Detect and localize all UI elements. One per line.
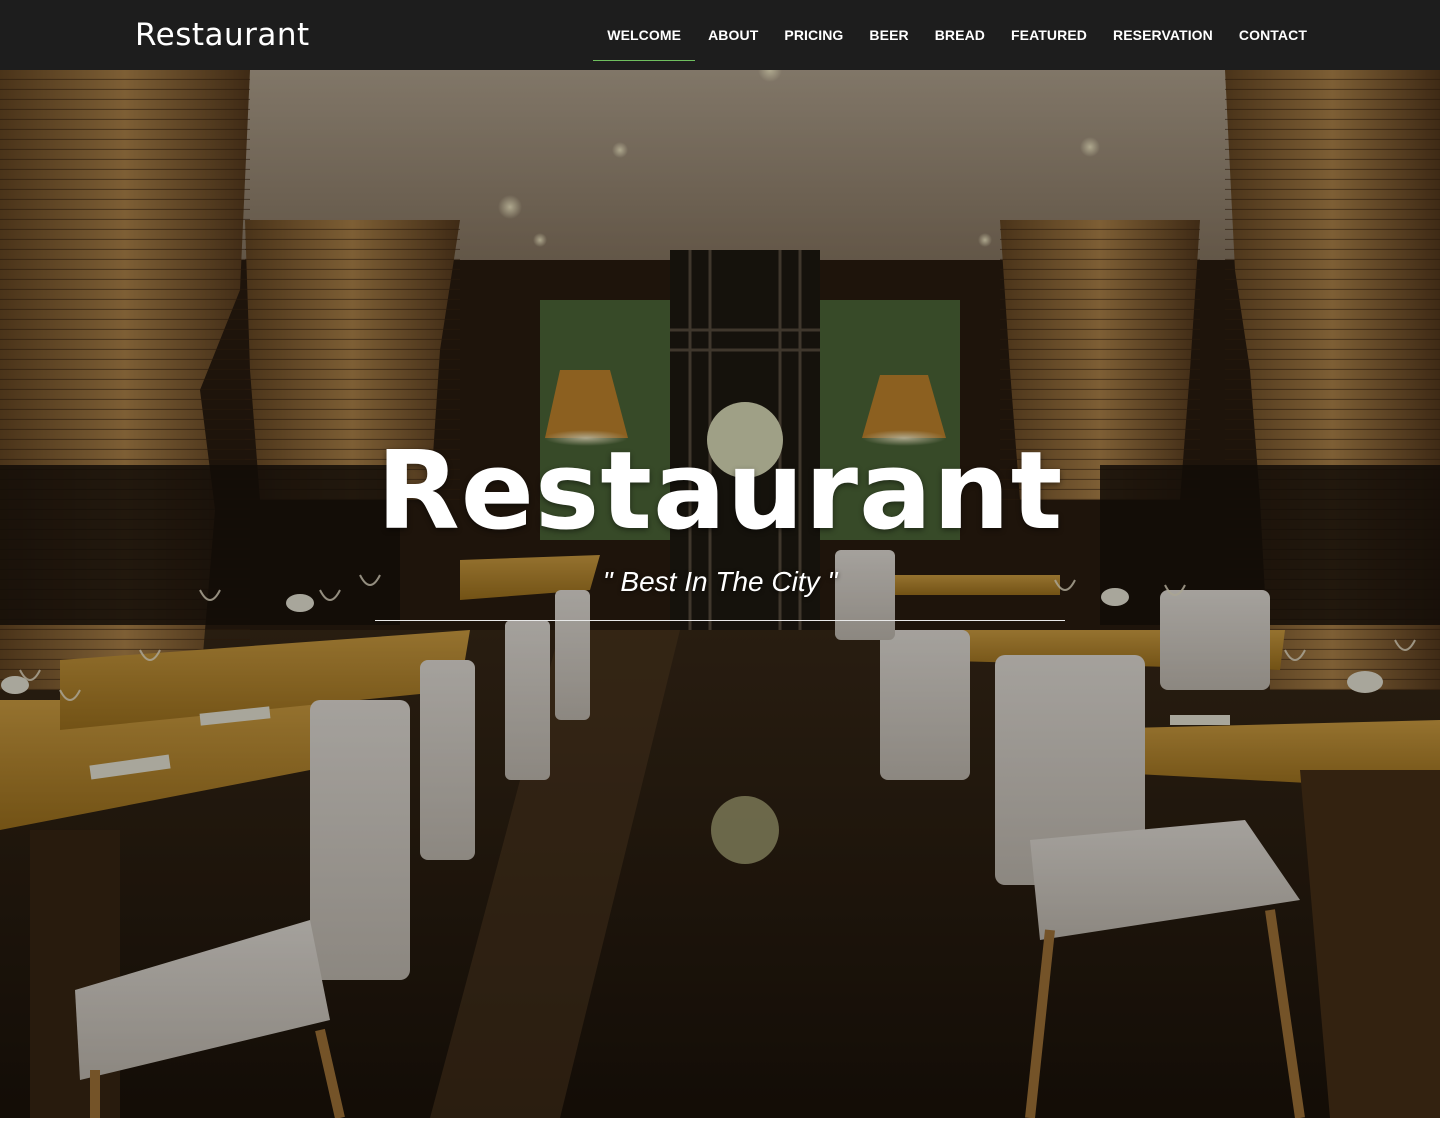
hero-title: Restaurant bbox=[376, 429, 1064, 554]
brand-logo[interactable]: Restaurant bbox=[135, 14, 310, 56]
nav-item-welcome[interactable]: WELCOME bbox=[593, 0, 695, 70]
nav-item-beer[interactable]: BEER bbox=[856, 0, 921, 70]
hero-divider bbox=[375, 620, 1065, 621]
hero-tagline: " Best In The City " bbox=[602, 566, 838, 597]
navbar: Restaurant WELCOME ABOUT PRICING BEER BR… bbox=[0, 0, 1440, 70]
nav-item-bread[interactable]: BREAD bbox=[922, 0, 998, 70]
nav-item-about[interactable]: ABOUT bbox=[695, 0, 771, 70]
nav-item-featured[interactable]: FEATURED bbox=[998, 0, 1100, 70]
nav-item-pricing[interactable]: PRICING bbox=[771, 0, 856, 70]
main-nav: WELCOME ABOUT PRICING BEER BREAD FEATURE… bbox=[593, 0, 1320, 70]
page-bottom-strip bbox=[0, 1118, 1440, 1139]
nav-item-contact[interactable]: CONTACT bbox=[1226, 0, 1320, 70]
nav-item-reservation[interactable]: RESERVATION bbox=[1100, 0, 1226, 70]
hero-section: Restaurant " Best In The City " bbox=[0, 70, 1440, 1118]
